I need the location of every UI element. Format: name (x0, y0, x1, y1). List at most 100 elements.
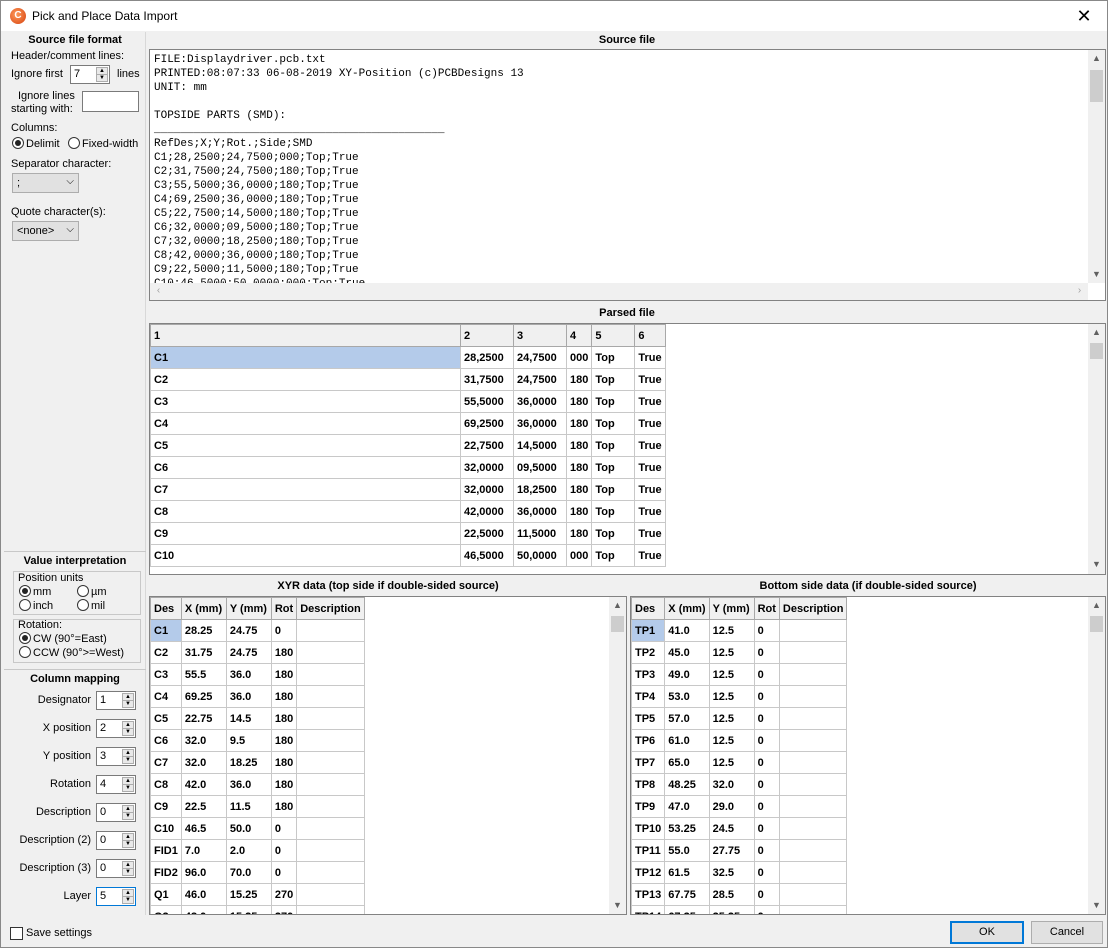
table-cell[interactable]: 7.0 (180, 839, 227, 862)
table-row[interactable]: C2 31.75 24.75 180 (150, 641, 365, 664)
table-cell[interactable]: 15.25 (225, 883, 272, 906)
um-radio[interactable]: µm (77, 585, 107, 598)
scroll-thumb[interactable] (1090, 616, 1103, 632)
table-cell[interactable]: True (634, 456, 667, 479)
table-row[interactable]: C7 32.0 18.25 180 (150, 751, 365, 774)
mapping-stepper[interactable]: 1 ▲ ▼ (96, 691, 136, 710)
table-cell[interactable]: 180 (565, 522, 593, 545)
table-cell[interactable]: 9.5 (225, 729, 272, 752)
table-cell[interactable]: 28.25 (180, 619, 227, 642)
table-cell[interactable] (296, 861, 365, 884)
table-cell[interactable]: C9 (150, 795, 182, 818)
table-cell[interactable]: C1 (150, 346, 461, 369)
table-cell[interactable]: 55,5000 (460, 390, 514, 413)
table-cell[interactable] (296, 729, 365, 752)
table-row[interactable]: C10 46.5 50.0 0 (150, 817, 365, 840)
step-up-icon[interactable]: ▲ (123, 722, 133, 729)
table-cell[interactable]: 0 (753, 795, 780, 818)
table-cell[interactable]: C6 (150, 729, 182, 752)
save-settings-checkbox[interactable] (10, 927, 23, 940)
table-cell[interactable]: 0 (753, 905, 780, 914)
table-cell[interactable]: 0 (753, 729, 780, 752)
table-row[interactable]: C5 22,7500 14,5000 180 Top True (150, 434, 667, 457)
stepper-buttons[interactable]: ▲ ▼ (96, 67, 108, 82)
scroll-up-icon[interactable]: ▲ (1088, 597, 1105, 614)
xyr-grid[interactable]: Des X (mm) Y (mm) Rot Description C1 28.25 24.7… (149, 596, 627, 915)
table-cell[interactable]: 12.5 (708, 641, 755, 664)
column-header[interactable]: 2 (460, 324, 514, 347)
column-header[interactable]: Description (778, 597, 848, 620)
table-cell[interactable]: 67.25 (664, 905, 710, 914)
scroll-up-icon[interactable]: ▲ (1088, 50, 1105, 67)
table-cell[interactable]: TP12 (631, 861, 666, 884)
table-cell[interactable] (296, 707, 365, 730)
table-cell[interactable]: 32.0 (180, 751, 227, 774)
table-row[interactable]: C1 28.25 24.75 0 (150, 619, 365, 642)
table-cell[interactable]: 12.5 (708, 663, 755, 686)
parsed-vertical-scrollbar[interactable]: ▲ ▼ (1088, 324, 1105, 574)
table-cell[interactable]: True (634, 346, 667, 369)
table-cell[interactable]: 69.25 (180, 685, 227, 708)
table-cell[interactable]: 180 (565, 500, 593, 523)
table-row[interactable]: TP10 53.25 24.5 0 (631, 817, 848, 840)
source-vertical-scrollbar[interactable]: ▲ ▼ (1088, 50, 1105, 283)
table-row[interactable]: C1 28,2500 24,7500 000 Top True (150, 346, 667, 369)
table-cell[interactable]: C3 (150, 390, 461, 413)
table-cell[interactable]: C1 (150, 619, 182, 642)
table-cell[interactable]: 46.0 (180, 883, 227, 906)
table-cell[interactable]: TP11 (631, 839, 666, 862)
table-cell[interactable] (778, 861, 848, 884)
cancel-button[interactable]: Cancel (1031, 921, 1103, 944)
table-row[interactable]: C3 55,5000 36,0000 180 Top True (150, 390, 667, 413)
table-cell[interactable]: 24,7500 (513, 346, 567, 369)
step-down-icon[interactable]: ▼ (97, 75, 107, 82)
table-cell[interactable]: 22,5000 (460, 522, 514, 545)
table-cell[interactable]: C10 (150, 817, 182, 840)
table-row[interactable]: TP3 49.0 12.5 0 (631, 663, 848, 686)
table-cell[interactable]: 0 (753, 773, 780, 796)
table-cell[interactable] (296, 751, 365, 774)
table-cell[interactable]: 0 (753, 817, 780, 840)
table-cell[interactable]: 12.5 (708, 685, 755, 708)
stepper-buttons[interactable]: ▲ ▼ (122, 749, 134, 764)
table-cell[interactable]: 0 (270, 619, 298, 642)
table-cell[interactable]: 12.5 (708, 751, 755, 774)
table-cell[interactable]: FID1 (150, 839, 182, 862)
table-cell[interactable]: C8 (150, 773, 182, 796)
table-cell[interactable]: 0 (270, 839, 298, 862)
table-cell[interactable]: C9 (150, 522, 461, 545)
column-header[interactable]: 4 (565, 324, 593, 347)
table-cell[interactable]: 53.0 (664, 685, 710, 708)
table-row[interactable]: TP7 65.0 12.5 0 (631, 751, 848, 774)
table-cell[interactable]: 36,0000 (513, 500, 567, 523)
table-cell[interactable] (296, 773, 365, 796)
table-cell[interactable] (778, 663, 848, 686)
table-row[interactable]: C9 22,5000 11,5000 180 Top True (150, 522, 667, 545)
table-cell[interactable]: C10 (150, 544, 461, 567)
table-cell[interactable]: Top (591, 368, 636, 391)
mapping-stepper[interactable]: 0 ▲ ▼ (96, 859, 136, 878)
column-header[interactable]: 6 (634, 324, 667, 347)
table-cell[interactable]: 22.75 (180, 707, 227, 730)
table-cell[interactable]: TP5 (631, 707, 666, 730)
table-cell[interactable] (778, 751, 848, 774)
table-cell[interactable]: 24,7500 (513, 368, 567, 391)
table-cell[interactable]: 36.0 (225, 773, 272, 796)
table-cell[interactable]: 0 (753, 751, 780, 774)
stepper-buttons[interactable]: ▲ ▼ (122, 861, 134, 876)
table-row[interactable]: TP5 57.0 12.5 0 (631, 707, 848, 730)
xyr-vertical-scrollbar[interactable]: ▲ ▼ (609, 597, 626, 914)
table-cell[interactable]: 270 (270, 883, 298, 906)
table-cell[interactable]: 0 (753, 861, 780, 884)
table-row[interactable]: C3 55.5 36.0 180 (150, 663, 365, 686)
table-cell[interactable] (296, 883, 365, 906)
table-cell[interactable]: C7 (150, 478, 461, 501)
table-cell[interactable]: 0 (753, 839, 780, 862)
table-cell[interactable]: 28.5 (708, 883, 755, 906)
table-cell[interactable]: Top (591, 346, 636, 369)
table-cell[interactable]: 0 (270, 861, 298, 884)
table-cell[interactable]: 42,0000 (460, 500, 514, 523)
column-header[interactable]: Y (mm) (708, 597, 755, 620)
table-cell[interactable]: Top (591, 544, 636, 567)
scroll-thumb[interactable] (1090, 70, 1103, 102)
